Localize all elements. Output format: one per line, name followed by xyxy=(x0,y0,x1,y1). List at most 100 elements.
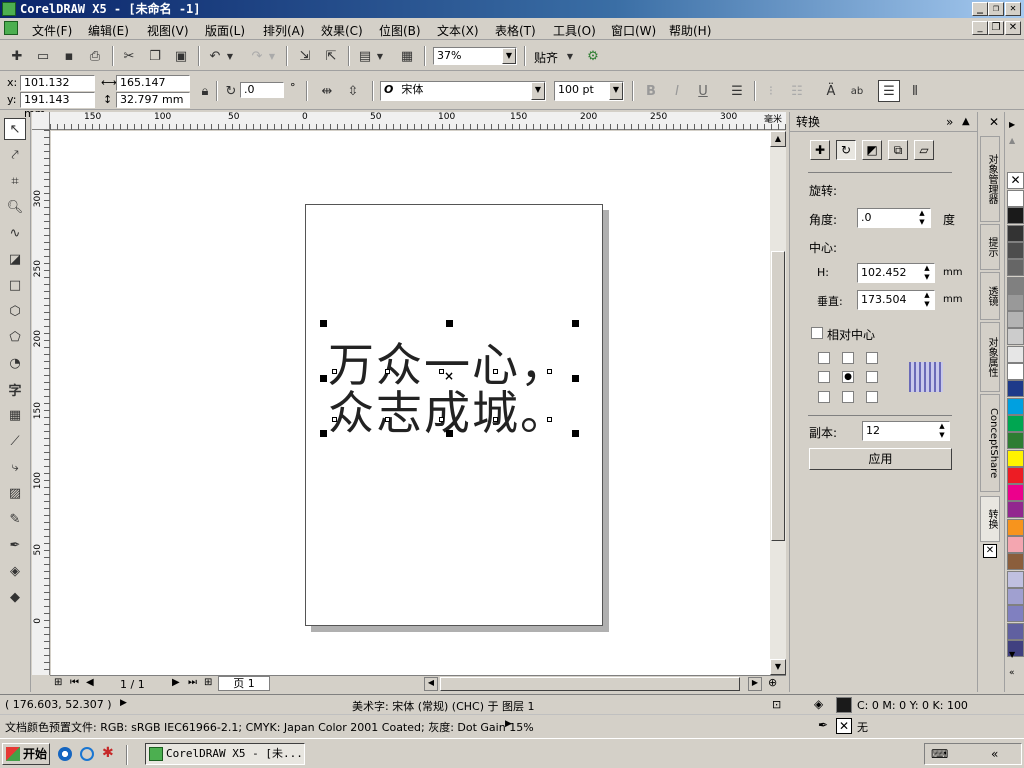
text-tool-icon[interactable]: 字 xyxy=(4,378,26,400)
anchor-top-left[interactable] xyxy=(818,352,830,364)
menu-bitmaps[interactable]: 位图(B) xyxy=(379,22,421,39)
color-swatch[interactable] xyxy=(1007,345,1024,363)
document-page[interactable]: 万众一心， 众志成城。 × xyxy=(305,204,603,626)
underline-button[interactable]: U xyxy=(692,80,714,102)
doc-restore-button[interactable]: ❐ xyxy=(988,21,1004,35)
no-color-swatch[interactable]: ✕ xyxy=(1007,172,1024,189)
first-page-icon[interactable]: ⏮ xyxy=(70,677,79,688)
color-swatch[interactable] xyxy=(1007,553,1024,571)
selection-handle[interactable] xyxy=(320,430,327,437)
horizontal-ruler[interactable]: 150 100 50 0 50 100 150 200 250 300 毫米 xyxy=(50,112,786,130)
color-swatch[interactable] xyxy=(1007,484,1024,502)
font-list-combo[interactable]: O 宋体 ▼ xyxy=(380,81,546,101)
smart-fill-tool-icon[interactable]: ◪ xyxy=(4,248,26,270)
tab-lens[interactable]: 透镜 xyxy=(980,272,1000,320)
vertical-ruler[interactable]: 300 250 200 150 100 50 0 xyxy=(32,130,50,675)
character-node[interactable] xyxy=(493,369,498,374)
scroll-down-icon[interactable]: ▼ xyxy=(770,659,786,675)
color-swatch[interactable] xyxy=(1007,363,1024,380)
import-icon[interactable]: ⇲ xyxy=(294,45,316,67)
character-node[interactable] xyxy=(547,417,552,422)
color-swatch[interactable] xyxy=(1007,570,1024,588)
anchor-middle-left[interactable] xyxy=(818,371,830,383)
scale-mirror-tab[interactable]: ◩ xyxy=(862,140,882,160)
menu-help[interactable]: 帮助(H) xyxy=(669,22,711,39)
character-node[interactable] xyxy=(439,417,444,422)
menu-view[interactable]: 视图(V) xyxy=(147,22,189,39)
application-launcher-icon[interactable]: ▤ xyxy=(354,45,376,67)
basic-shapes-tool-icon[interactable]: ◔ xyxy=(4,352,26,374)
menu-table[interactable]: 表格(T) xyxy=(495,22,536,39)
welcome-screen-icon[interactable]: ▦ xyxy=(396,45,418,67)
outline-pen-tool-icon[interactable]: ✒ xyxy=(4,534,26,556)
maximize-button[interactable]: ❐ xyxy=(988,2,1004,16)
ellipse-tool-icon[interactable]: ⬡ xyxy=(4,300,26,322)
crop-tool-icon[interactable]: ⌗ xyxy=(4,170,26,192)
anchor-top-center[interactable] xyxy=(842,352,854,364)
snap-dropdown-icon[interactable]: ▼ xyxy=(564,45,576,67)
text-alignment-icon[interactable]: ☰ xyxy=(726,80,748,102)
vertical-text-icon[interactable]: ⦀ xyxy=(904,80,926,102)
last-page-icon[interactable]: ⏭ xyxy=(188,677,197,688)
keyboard-icon[interactable]: ⌨ xyxy=(931,747,948,761)
character-node[interactable] xyxy=(385,369,390,374)
skew-tab[interactable]: ▱ xyxy=(914,140,934,160)
color-swatch[interactable] xyxy=(1007,622,1024,640)
anchor-bottom-right[interactable] xyxy=(866,391,878,403)
menu-window[interactable]: 窗口(W) xyxy=(611,22,656,39)
italic-button[interactable]: I xyxy=(666,80,688,102)
color-swatch[interactable] xyxy=(1007,259,1024,277)
redo-icon[interactable]: ↷ xyxy=(246,45,268,67)
font-size-combo[interactable]: 100 pt ▼ xyxy=(554,81,624,101)
color-swatch[interactable] xyxy=(1007,190,1024,207)
app-quicklaunch-icon[interactable]: ✱ xyxy=(102,745,114,761)
color-swatch[interactable] xyxy=(1007,328,1024,346)
menu-effects[interactable]: 效果(C) xyxy=(321,22,363,39)
color-swatch[interactable] xyxy=(1007,587,1024,605)
chrome-quicklaunch-icon[interactable] xyxy=(58,747,72,761)
size-tab[interactable]: ⧉ xyxy=(888,140,908,160)
page-tab[interactable]: 页 1 xyxy=(218,676,270,691)
bullet-list-icon[interactable]: ⁝ xyxy=(760,80,782,102)
tab-object-properties[interactable]: 对象属性 xyxy=(980,322,1000,392)
selection-handle[interactable] xyxy=(446,320,453,327)
close-docker-tab-icon[interactable]: ✕ xyxy=(983,544,997,558)
mirror-vertical-icon[interactable]: ⇳ xyxy=(342,80,364,102)
menu-edit[interactable]: 编辑(E) xyxy=(88,22,129,39)
menu-text[interactable]: 文本(X) xyxy=(437,22,479,39)
options-icon[interactable]: ⚙ xyxy=(582,45,604,67)
start-button[interactable]: 开始 xyxy=(2,743,50,765)
rotate-tab[interactable]: ↻ xyxy=(836,140,856,160)
document-icon[interactable] xyxy=(4,21,18,35)
copies-spinner-icon[interactable]: ▲ ▼ xyxy=(935,422,949,440)
outline-none-swatch[interactable]: ✕ xyxy=(836,718,852,734)
angle-spinner-icon[interactable]: ▲ ▼ xyxy=(915,209,929,227)
character-node[interactable] xyxy=(332,417,337,422)
h-spinner-icon[interactable]: ▲ ▼ xyxy=(920,264,934,282)
docker-collapse-icon[interactable]: ▲ xyxy=(962,112,970,132)
launcher-dropdown-icon[interactable]: ▼ xyxy=(374,45,386,67)
doc-minimize-button[interactable]: _ xyxy=(972,21,988,35)
ruler-origin[interactable] xyxy=(32,112,50,130)
vertical-scrollbar[interactable]: ▲ ▼ xyxy=(770,131,786,675)
next-page-icon[interactable]: ▶ xyxy=(172,677,180,688)
profile-expand-icon[interactable]: ▶ xyxy=(505,719,512,729)
relative-center-checkbox[interactable] xyxy=(811,327,823,339)
color-swatch[interactable] xyxy=(1007,518,1024,536)
connector-tool-icon[interactable]: ⤷ xyxy=(4,456,26,478)
character-node[interactable] xyxy=(547,369,552,374)
add-page-before-icon[interactable]: ⊞ xyxy=(54,677,62,688)
navigator-icon[interactable]: ⊕ xyxy=(768,676,777,689)
close-button[interactable]: ✕ xyxy=(1005,2,1021,16)
zoom-tool-icon[interactable]: 🔍︎ xyxy=(4,196,26,218)
anchor-center[interactable]: ● xyxy=(842,371,854,383)
selection-handle[interactable] xyxy=(320,320,327,327)
interactive-blend-tool-icon[interactable]: ▨ xyxy=(4,482,26,504)
docker-expand-icon[interactable]: » xyxy=(946,112,953,132)
color-swatch[interactable] xyxy=(1007,207,1024,225)
scroll-right-icon[interactable]: ▶ xyxy=(748,677,762,691)
color-swatch[interactable] xyxy=(1007,414,1024,432)
export-icon[interactable]: ⇱ xyxy=(320,45,342,67)
status-expand-icon[interactable]: ▶ xyxy=(120,698,127,708)
freehand-tool-icon[interactable]: ∿ xyxy=(4,222,26,244)
